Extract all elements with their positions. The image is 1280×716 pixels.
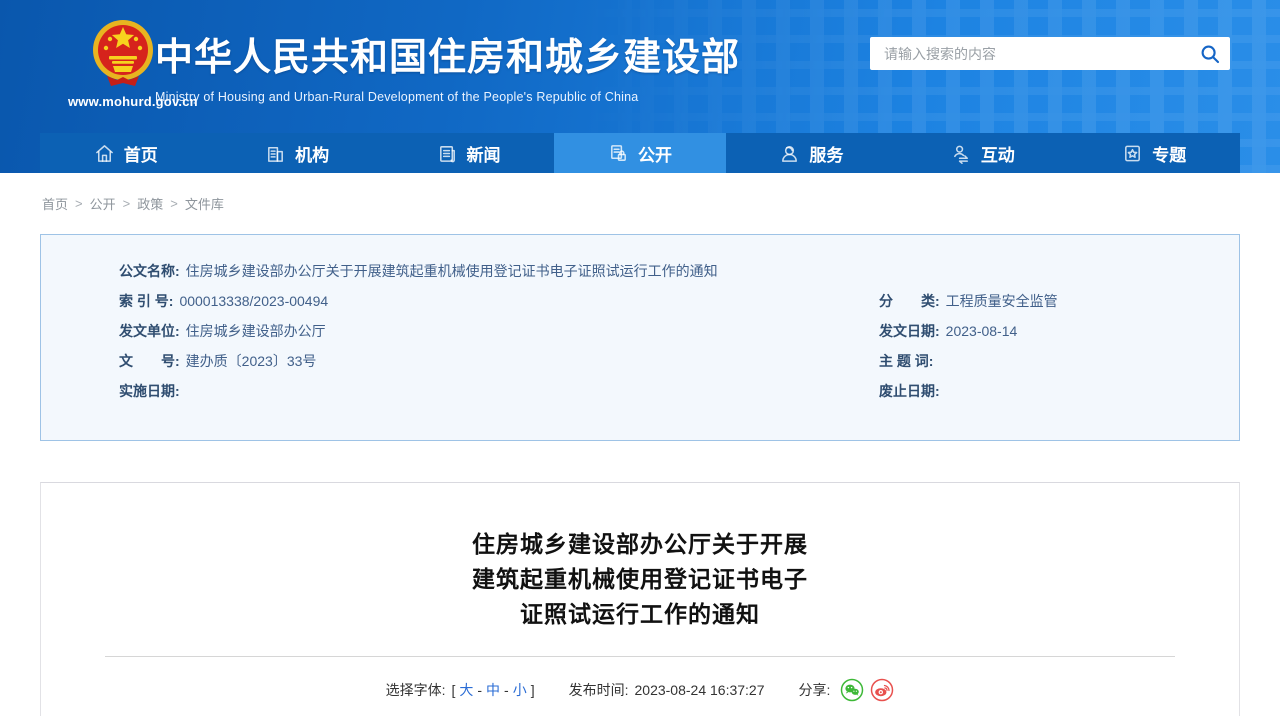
search-box <box>870 37 1230 70</box>
nav-tab-label: 首页 <box>124 141 158 166</box>
share-buttons <box>840 678 894 702</box>
national-emblem-icon <box>91 18 155 90</box>
breadcrumb: 首页 > 公开 > 政策 > 文件库 <box>40 194 1240 213</box>
site-subtitle: Ministry of Housing and Urban-Rural Deve… <box>155 90 740 104</box>
article-title-line: 住房城乡建设部办公厅关于开展 <box>41 527 1239 562</box>
search-button[interactable] <box>1190 37 1230 70</box>
issue-date-value: 2023-08-14 <box>946 316 1018 346</box>
wechat-share-icon[interactable] <box>840 678 864 702</box>
article-title: 住房城乡建设部办公厅关于开展 建筑起重机械使用登记证书电子 证照试运行工作的通知 <box>41 527 1239 632</box>
article-meta-bar: 选择字体: [ 大 - 中 - 小 ] 发布时间: 2023-08-24 16:… <box>41 678 1239 702</box>
nav-tab-interact[interactable]: 互动 <box>897 133 1068 173</box>
nav-tab-label: 服务 <box>809 141 843 166</box>
publish-time-value: 2023-08-24 16:37:27 <box>635 682 765 698</box>
breadcrumb-library[interactable]: 文件库 <box>185 194 224 213</box>
font-size-large[interactable]: 大 <box>459 680 473 700</box>
nav-tab-news[interactable]: 新闻 <box>383 133 554 173</box>
doc-number-label: 文 号: <box>119 346 180 376</box>
nav-tab-services[interactable]: 服务 <box>726 133 897 173</box>
info-row-doc-name: 公文名称: 住房城乡建设部办公厅关于开展建筑起重机械使用登记证书电子证照试运行工… <box>119 256 1239 286</box>
documents-lock-icon <box>608 143 629 164</box>
breadcrumb-separator: > <box>75 196 83 211</box>
weibo-share-icon[interactable] <box>870 678 894 702</box>
category-label: 分 类: <box>879 286 940 316</box>
share-label: 分享: <box>799 680 831 700</box>
nav-tab-orgs[interactable]: 机构 <box>211 133 382 173</box>
doc-number-value: 建办质〔2023〕33号 <box>186 346 317 376</box>
doc-name-value: 住房城乡建设部办公厅关于开展建筑起重机械使用登记证书电子证照试运行工作的通知 <box>186 256 718 286</box>
nav-tab-label: 专题 <box>1152 141 1186 166</box>
person-icon <box>779 143 800 164</box>
repeal-date-label: 废止日期: <box>879 376 940 406</box>
nav-tab-label: 互动 <box>981 141 1015 166</box>
search-icon <box>1200 44 1220 64</box>
article-title-line: 建筑起重机械使用登记证书电子 <box>41 562 1239 597</box>
publish-time-label: 发布时间: <box>569 680 629 700</box>
breadcrumb-open[interactable]: 公开 <box>90 194 116 213</box>
main-nav: 首页 机构 新闻 公开 服务 <box>40 133 1240 173</box>
issue-date-label: 发文日期: <box>879 316 940 346</box>
title-divider <box>105 656 1175 657</box>
home-icon <box>94 143 115 164</box>
font-size-selector: [ 大 - 中 - 小 ] <box>451 680 534 700</box>
subject-words-label: 主 题 词: <box>879 346 933 376</box>
site-title: 中华人民共和国住房和城乡建设部 <box>155 26 740 81</box>
nav-tab-home[interactable]: 首页 <box>40 133 211 173</box>
font-size-medium[interactable]: 中 <box>486 680 500 700</box>
info-row: 文 号: 建办质〔2023〕33号 主 题 词: <box>119 346 1239 376</box>
exchange-arrows-icon <box>951 143 972 164</box>
info-row: 发文单位: 住房城乡建设部办公厅 发文日期: 2023-08-14 <box>119 316 1239 346</box>
effective-date-label: 实施日期: <box>119 376 180 406</box>
nav-tab-label: 新闻 <box>467 141 501 166</box>
info-row: 实施日期: 废止日期: <box>119 376 1239 406</box>
breadcrumb-home[interactable]: 首页 <box>42 194 68 213</box>
site-header: www.mohurd.gov.cn 中华人民共和国住房和城乡建设部 Minist… <box>0 0 1280 173</box>
doc-name-label: 公文名称: <box>119 256 180 286</box>
nav-tab-label: 机构 <box>295 141 329 166</box>
star-badge-icon <box>1122 143 1143 164</box>
bracket: [ <box>451 682 455 698</box>
font-size-separator: - <box>477 682 482 698</box>
index-number-value: 000013338/2023-00494 <box>179 286 328 316</box>
search-input[interactable] <box>870 46 1190 62</box>
bracket: ] <box>531 682 535 698</box>
breadcrumb-separator: > <box>170 196 178 211</box>
category-value: 工程质量安全监管 <box>946 286 1058 316</box>
nav-tab-label: 公开 <box>638 141 672 166</box>
article-title-line: 证照试运行工作的通知 <box>41 597 1239 632</box>
article-panel: 住房城乡建设部办公厅关于开展 建筑起重机械使用登记证书电子 证照试运行工作的通知… <box>40 482 1240 716</box>
nav-tab-open[interactable]: 公开 <box>554 133 725 173</box>
breadcrumb-separator: > <box>123 196 131 211</box>
nav-tab-topics[interactable]: 专题 <box>1069 133 1240 173</box>
breadcrumb-policy[interactable]: 政策 <box>137 194 163 213</box>
font-select-label: 选择字体: <box>386 680 446 700</box>
index-number-label: 索 引 号: <box>119 286 173 316</box>
font-size-small[interactable]: 小 <box>513 680 527 700</box>
issuing-unit-label: 发文单位: <box>119 316 180 346</box>
newspaper-icon <box>437 143 458 164</box>
font-size-separator: - <box>504 682 509 698</box>
building-icon <box>265 143 286 164</box>
document-info-panel: 公文名称: 住房城乡建设部办公厅关于开展建筑起重机械使用登记证书电子证照试运行工… <box>40 234 1240 441</box>
info-row: 索 引 号: 000013338/2023-00494 分 类: 工程质量安全监… <box>119 286 1239 316</box>
issuing-unit-value: 住房城乡建设部办公厅 <box>186 316 326 346</box>
